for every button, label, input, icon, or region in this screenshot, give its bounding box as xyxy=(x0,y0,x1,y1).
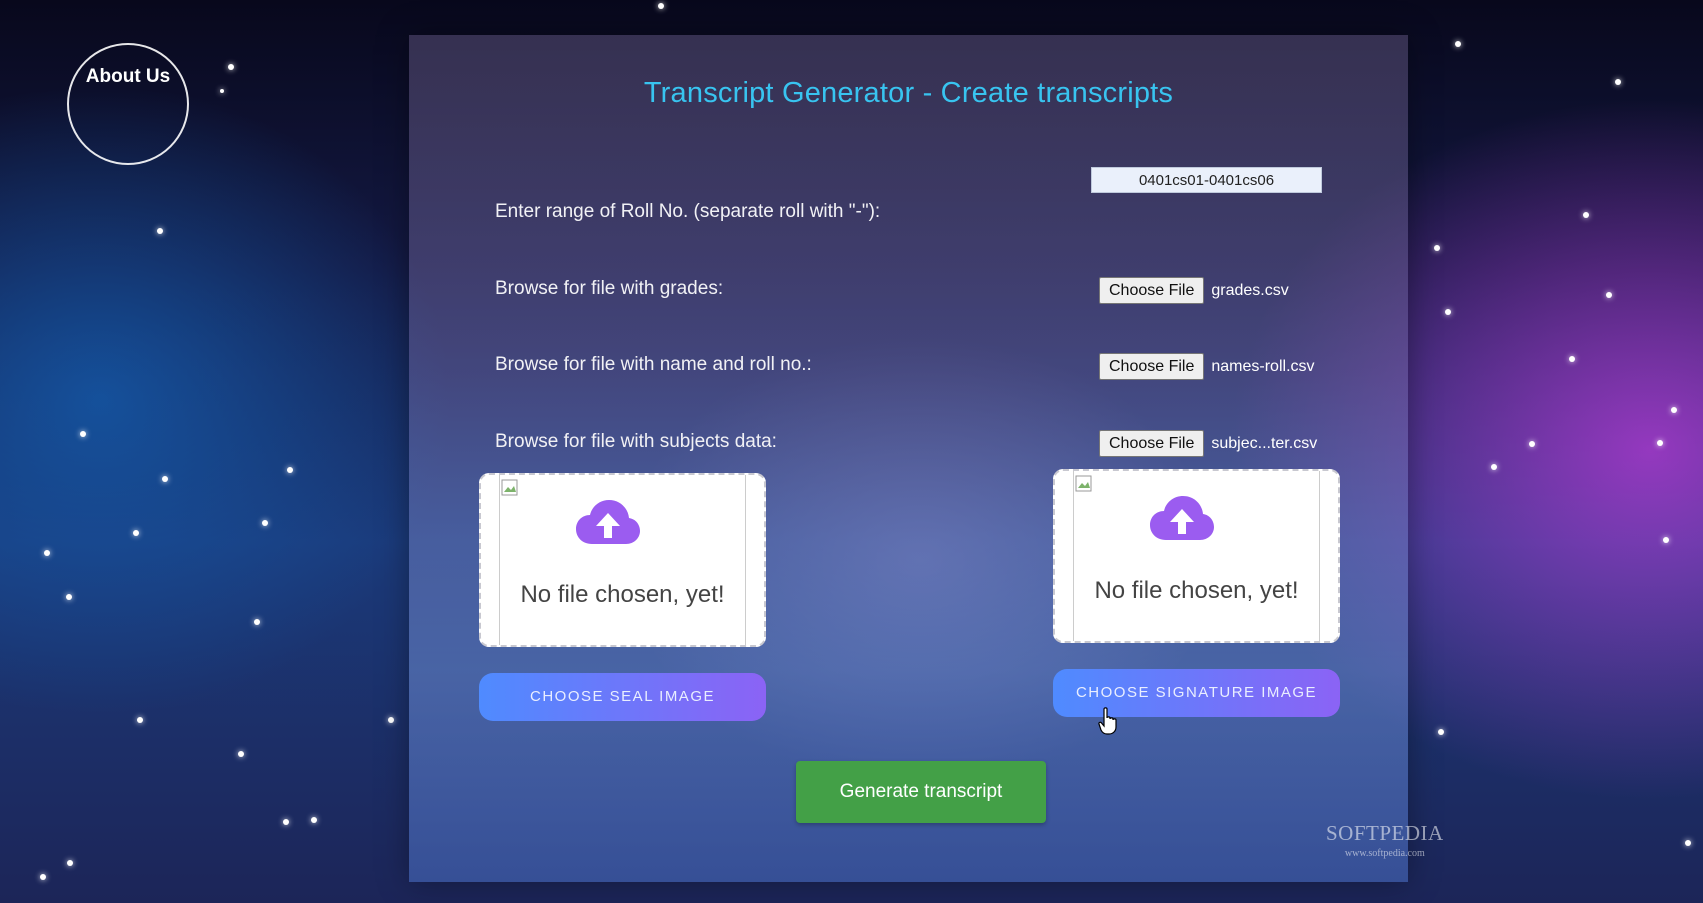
about-us-button[interactable]: About Us xyxy=(67,43,189,165)
names-file-name: names-roll.csv xyxy=(1211,357,1315,375)
broken-image-icon xyxy=(1075,475,1092,492)
choose-signature-image-button[interactable]: CHOOSE SIGNATURE IMAGE xyxy=(1053,669,1340,717)
grades-file-picker: Choose File grades.csv xyxy=(1099,277,1289,304)
choose-seal-image-button[interactable]: CHOOSE SEAL IMAGE xyxy=(479,673,766,721)
generate-transcript-button[interactable]: Generate transcript xyxy=(796,761,1046,823)
subjects-file-picker: Choose File subjec...ter.csv xyxy=(1099,430,1317,457)
grades-file-label: Browse for file with grades: xyxy=(495,278,724,299)
cloud-upload-icon xyxy=(1150,496,1214,540)
transcript-form-panel: Transcript Generator - Create transcript… xyxy=(409,35,1408,882)
roll-range-label: Enter range of Roll No. (separate roll w… xyxy=(495,201,881,222)
grades-file-name: grades.csv xyxy=(1211,281,1289,299)
hand-cursor-icon xyxy=(1098,707,1117,735)
cloud-upload-icon xyxy=(576,500,640,544)
watermark-url: www.softpedia.com xyxy=(1344,848,1425,859)
watermark-brand: SOFTPEDIA xyxy=(1326,821,1444,845)
page-title: Transcript Generator - Create transcript… xyxy=(643,77,1174,109)
signature-image-dropzone[interactable]: No file chosen, yet! xyxy=(1053,469,1340,643)
names-choose-file-button[interactable]: Choose File xyxy=(1099,353,1205,380)
broken-image-icon xyxy=(501,479,518,496)
seal-image-dropzone[interactable]: No file chosen, yet! xyxy=(479,473,766,647)
names-file-picker: Choose File names-roll.csv xyxy=(1099,353,1315,380)
subjects-choose-file-button[interactable]: Choose File xyxy=(1099,430,1205,457)
softpedia-watermark: SOFTPEDIA www.softpedia.com xyxy=(1326,821,1444,859)
roll-range-input[interactable] xyxy=(1091,167,1322,193)
subjects-file-label: Browse for file with subjects data: xyxy=(495,431,777,452)
seal-no-file-text: No file chosen, yet! xyxy=(520,581,725,608)
names-file-label: Browse for file with name and roll no.: xyxy=(495,354,812,375)
grades-choose-file-button[interactable]: Choose File xyxy=(1099,277,1205,304)
signature-no-file-text: No file chosen, yet! xyxy=(1094,577,1299,604)
subjects-file-name: subjec...ter.csv xyxy=(1211,434,1318,452)
about-us-label: About Us xyxy=(85,66,171,87)
